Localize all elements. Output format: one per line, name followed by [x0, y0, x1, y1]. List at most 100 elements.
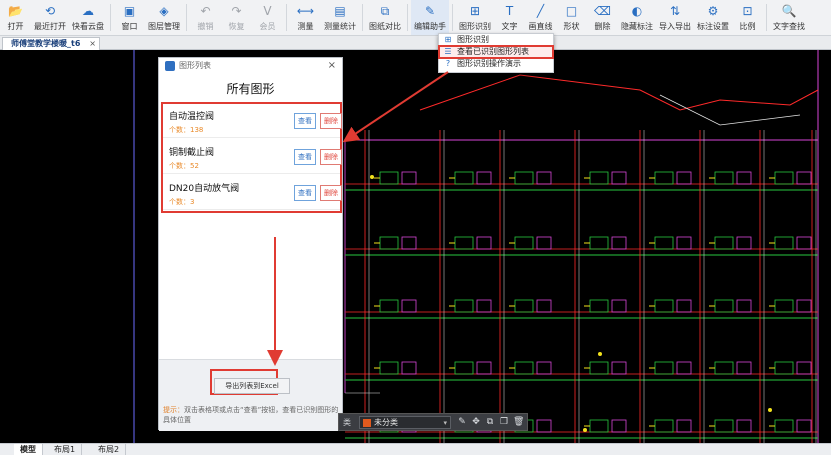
cad-entity — [583, 428, 587, 432]
cad-entity — [536, 299, 552, 313]
close-icon[interactable]: × — [328, 58, 336, 74]
line-icon: ╱ — [536, 3, 545, 18]
cad-entity — [714, 236, 734, 250]
menu-item[interactable]: ? 图形识别操作演示 — [439, 58, 553, 70]
window-button[interactable]: ▣ 窗口 — [114, 0, 145, 35]
view-button[interactable]: 查看 — [294, 185, 316, 201]
category-color-swatch — [363, 419, 371, 427]
edit-assistant-button[interactable]: ✎ 编辑助手 — [411, 0, 449, 35]
cad-entity — [736, 361, 752, 375]
menu-item-label: 图形识别操作演示 — [457, 59, 521, 68]
copy-icon[interactable]: ⧉ — [485, 417, 495, 427]
measure-button[interactable]: ⟷ 测量 — [290, 0, 321, 35]
delete-button[interactable]: 删除 — [320, 185, 342, 201]
menu-item-label: 查看已识别图形列表 — [457, 47, 529, 56]
delete-icon: ⌫ — [594, 3, 611, 18]
move-icon[interactable]: ✥ — [471, 417, 481, 427]
cad-canvas[interactable] — [0, 50, 831, 443]
shape-recognize-icon: ⊞ — [444, 35, 452, 44]
chevron-down-icon: ▾ — [443, 419, 447, 427]
hide-annotation-button[interactable]: ◐ 隐藏标注 — [618, 0, 656, 35]
line-button[interactable]: ╱ 画直线 — [525, 0, 556, 35]
vip-button[interactable]: V 会员 — [252, 0, 283, 35]
cad-entity — [796, 236, 812, 250]
shape-recognize-button[interactable]: ⊞ 图形识别 — [456, 0, 494, 35]
cad-entity — [714, 361, 734, 375]
view-button[interactable]: 查看 — [294, 149, 316, 165]
shape-list-item[interactable]: DN20自动放气阀 个数：3 查看 删除 — [163, 176, 342, 210]
annotation-settings-button[interactable]: ⚙ 标注设置 — [694, 0, 732, 35]
cad-entity — [768, 408, 772, 412]
cad-entity — [714, 419, 734, 433]
shape-button[interactable]: □ 形状 — [556, 0, 587, 35]
cad-entity — [714, 299, 734, 313]
shape-recognize-icon: ⊞ — [469, 3, 481, 18]
toolbar-button-label: 撤销 — [197, 21, 214, 31]
shape-list-item[interactable]: 铜制截止阀 个数：52 查看 删除 — [163, 140, 342, 174]
layout-tab[interactable]: 模型 — [14, 444, 43, 455]
hint-text: 提示：双击表格项或点击“查看”按钮，查看已识别图形的具体位置 — [163, 405, 341, 425]
measure-stats-icon: ▤ — [334, 3, 346, 18]
cloud-button[interactable]: ☁ 快看云盘 — [69, 0, 107, 35]
delete-button[interactable]: 删除 — [320, 149, 342, 165]
category-select[interactable]: 未分类 ▾ — [359, 416, 451, 429]
cad-entity — [611, 299, 627, 313]
cad-entity — [796, 299, 812, 313]
layers-button[interactable]: ◈ 图层管理 — [145, 0, 183, 35]
toolbar-button-label: 隐藏标注 — [621, 21, 653, 31]
panel-title: 所有图形 — [226, 82, 275, 96]
document-tab[interactable]: 师傅堂教学楼暖_t6 × — [2, 37, 100, 50]
layout-tab[interactable]: 布局2 — [92, 444, 127, 455]
toolbar-button-label: 窗口 — [121, 21, 138, 31]
delete-button[interactable]: ⌫ 删除 — [587, 0, 618, 35]
cad-entity — [514, 236, 534, 250]
toolbar-button-label: 最近打开 — [34, 21, 66, 31]
cad-entity — [774, 419, 794, 433]
shape-name: 铜制截止阀 — [169, 148, 215, 158]
shape-recognize-menu: ⊞ 图形识别 ☰ 查看已识别图形列表? 图形识别操作演示 — [438, 33, 554, 73]
delete-button[interactable]: 删除 — [320, 113, 342, 129]
measure-icon: ⟷ — [296, 3, 315, 18]
cad-entity — [476, 299, 492, 313]
view-button[interactable]: 查看 — [294, 113, 316, 129]
scale-button[interactable]: ⊡ 比例 — [732, 0, 763, 35]
shape-list-item[interactable]: 自动温控阀 个数：138 查看 删除 — [163, 104, 342, 138]
undo-button[interactable]: ↶ 撤销 — [190, 0, 221, 35]
cad-entity — [611, 236, 627, 250]
menu-item-label: 图形识别 — [457, 35, 489, 44]
cad-entity — [589, 236, 609, 250]
cad-entity — [654, 299, 674, 313]
toolbar-divider — [362, 4, 363, 31]
history-button[interactable]: ⟲ 最近打开 — [31, 0, 69, 35]
measure-stats-button[interactable]: ▤ 测量统计 — [321, 0, 359, 35]
trash-icon[interactable]: 🗑 — [513, 417, 524, 427]
edit-icon[interactable]: ✎ — [457, 417, 467, 427]
undo-icon: ↶ — [200, 3, 211, 18]
duplicate-icon[interactable]: ❐ — [499, 417, 509, 427]
export-excel-button[interactable]: 导出列表到Excel — [214, 378, 290, 394]
edit-assistant-icon: ✎ — [424, 3, 436, 18]
menu-item[interactable]: ⊞ 图形识别 — [439, 34, 553, 46]
panel-header-title: 图形列表 — [179, 61, 211, 70]
folder-open-button[interactable]: 📂 打开 — [0, 0, 31, 35]
toolbar-group: ⟷ 测量 ▤ 测量统计 — [290, 0, 359, 35]
compare-button[interactable]: ⧉ 图纸对比 — [366, 0, 404, 35]
classify-floating-bar: 类 未分类 ▾ ✎ ✥ ⧉ ❐ 🗑 — [338, 413, 528, 431]
cad-entity — [454, 361, 474, 375]
cad-entity — [514, 299, 534, 313]
cad-entity — [476, 236, 492, 250]
close-tab-icon[interactable]: × — [89, 38, 96, 50]
cad-entity — [611, 361, 627, 375]
shape-icon: □ — [565, 3, 578, 18]
cad-entity — [796, 171, 812, 185]
import-export-button[interactable]: ⇅ 导入导出 — [656, 0, 694, 35]
layout-tab[interactable]: 布局1 — [48, 444, 83, 455]
vip-icon: V — [263, 3, 272, 18]
shape-name: 自动温控阀 — [169, 112, 215, 122]
cad-entity — [736, 236, 752, 250]
text-search-button[interactable]: 🔍 文字查找 — [770, 0, 808, 35]
menu-item[interactable]: ☰ 查看已识别图形列表 — [438, 45, 554, 59]
redo-button[interactable]: ↷ 恢复 — [221, 0, 252, 35]
toolbar-button-label: 形状 — [563, 21, 580, 31]
text-button[interactable]: T 文字 — [494, 0, 525, 35]
